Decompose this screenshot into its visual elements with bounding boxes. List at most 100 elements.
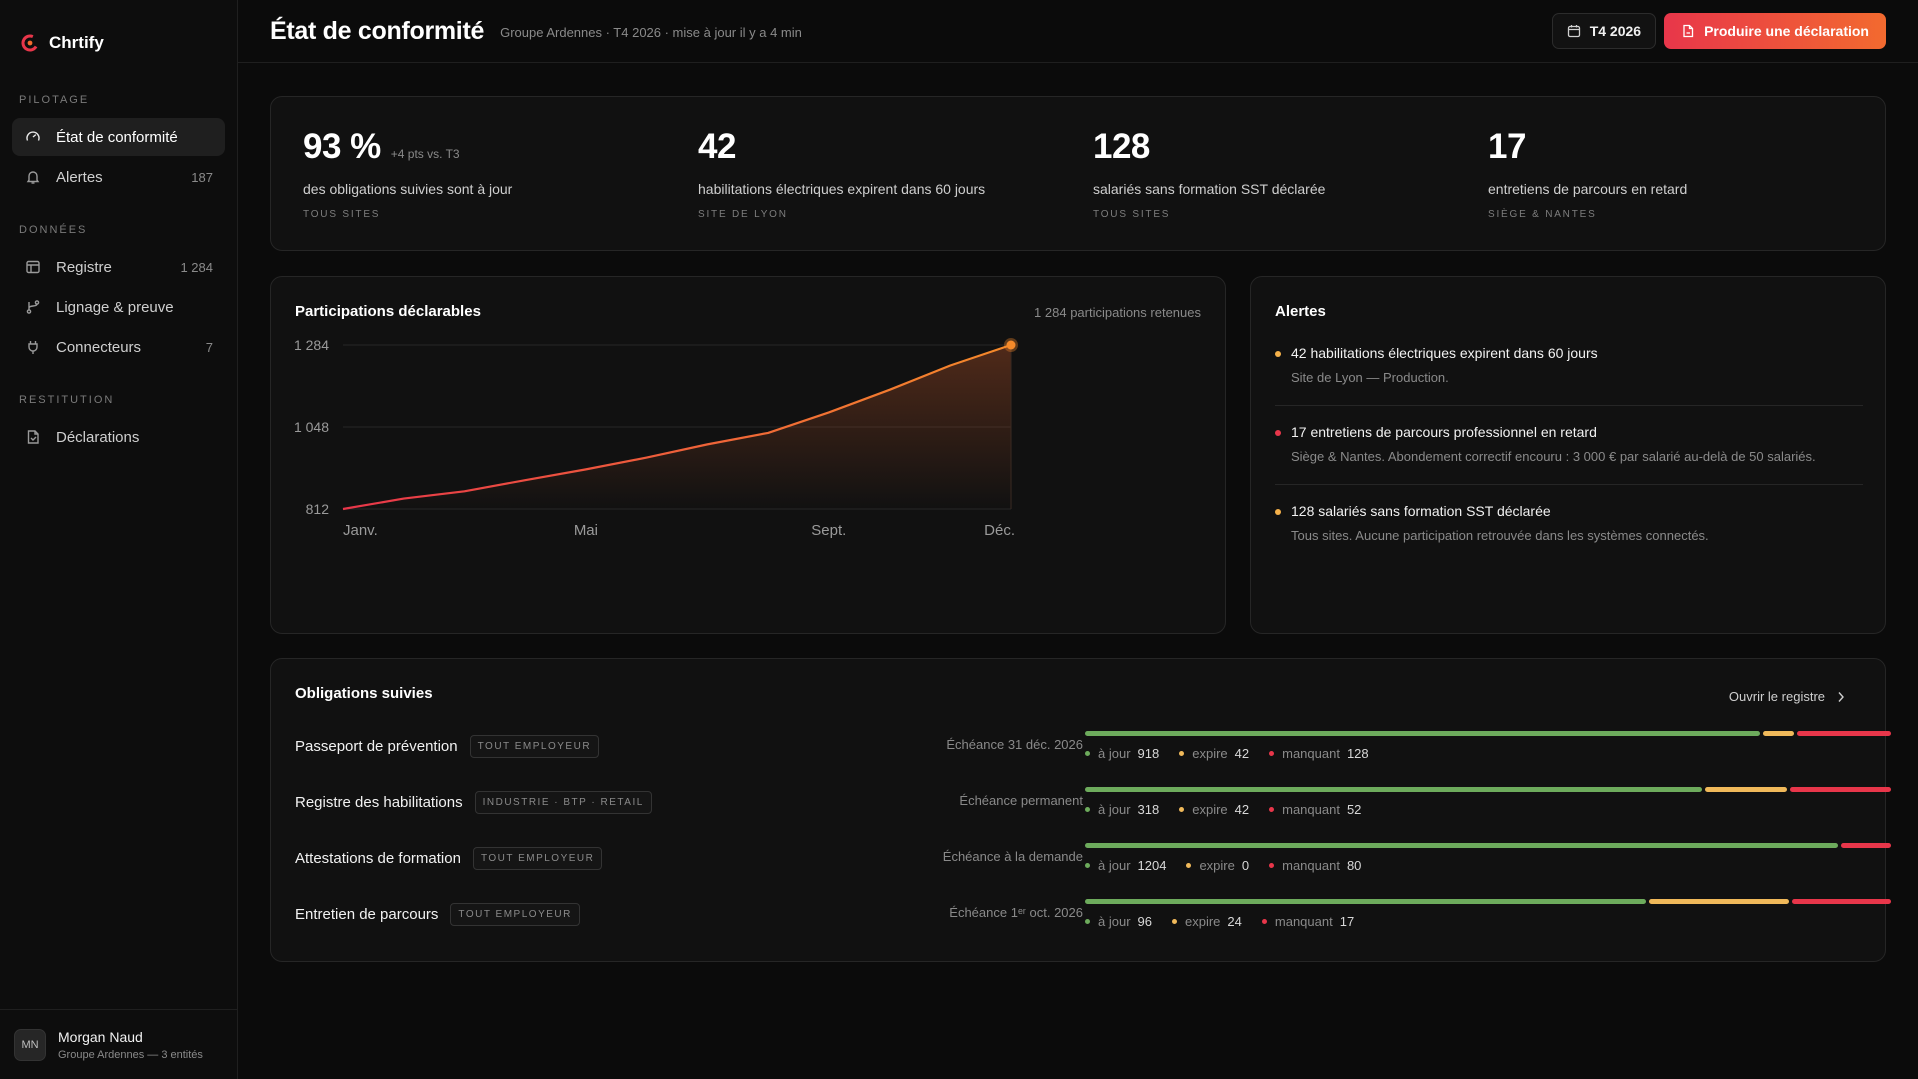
kpi-value: 42 [698, 127, 736, 166]
obligation-tag: TOUT EMPLOYEUR [472, 847, 603, 870]
status-legend: à jour 318 expire 42 manquant 52 [1085, 802, 1361, 817]
obligation-name: Passeport de prévention [295, 738, 458, 755]
avatar: MN [14, 1028, 46, 1061]
kpi-value: 93 % [303, 127, 381, 166]
alert-item[interactable]: 42 habilitations électriques expirent da… [1275, 345, 1863, 406]
sidebar-item-registre[interactable]: Registre 1 284 [12, 248, 225, 286]
obligation-row[interactable]: Passeport de prévention TOUT EMPLOYEUR É… [295, 731, 1891, 771]
main-content: État de conformité Groupe Ardennes · T4 … [238, 0, 1918, 1079]
sidebar-item-connecteurs[interactable]: Connecteurs 7 [12, 328, 225, 366]
missing-label: manquant [1282, 858, 1340, 873]
y-tick-label: 812 [306, 501, 330, 517]
alert-item[interactable]: 128 salariés sans formation SST déclarée… [1275, 503, 1863, 563]
alert-title: 42 habilitations électriques expirent da… [1291, 345, 1598, 361]
missing-dot [1261, 919, 1267, 924]
expire-value: 24 [1227, 914, 1242, 929]
bell-icon [24, 168, 42, 186]
file-export-icon [1683, 24, 1694, 38]
x-tick-label: Janv. [343, 522, 378, 539]
missing-label: manquant [1282, 802, 1340, 817]
section-label-pilotage: PILOTAGE [19, 94, 90, 106]
missing-dot [1269, 863, 1275, 868]
missing-dot [1269, 807, 1275, 812]
sidebar-item-label: État de conformité [56, 128, 178, 146]
alert-dot [1275, 509, 1281, 515]
alert-title: 17 entretiens de parcours professionnel … [1291, 424, 1597, 440]
status-segment-miss [1790, 787, 1891, 792]
kpi-description: des obligations suivies sont à jour [303, 181, 513, 197]
ok-value: 96 [1137, 914, 1152, 929]
expire-dot [1179, 807, 1185, 812]
alert-dot [1275, 430, 1281, 436]
chrtify-logo-icon [21, 34, 39, 52]
produce-declaration-label: Produire une déclaration [1704, 23, 1869, 39]
registre-count: 1 284 [180, 259, 213, 275]
git-branch-icon [24, 298, 42, 316]
alert-detail: Siège & Nantes. Abondement correctif enc… [1291, 449, 1816, 464]
obligations-title: Obligations suivies [295, 685, 433, 702]
missing-label: manquant [1274, 914, 1333, 929]
alerts-card: Alertes 42 habilitations électriques exp… [1250, 276, 1886, 634]
kpi-description: habilitations électriques expirent dans … [698, 181, 986, 197]
sidebar-item-alertes[interactable]: Alertes 187 [12, 158, 225, 196]
ok-label: à jour [1098, 746, 1131, 761]
ok-label: à jour [1098, 802, 1131, 817]
alert-detail: Site de Lyon — Production. [1291, 370, 1449, 385]
obligation-row[interactable]: Registre des habilitations INDUSTRIE · B… [295, 787, 1891, 827]
status-segment-exp [1648, 899, 1789, 904]
plug-icon [24, 338, 42, 356]
kpi-description: entretiens de parcours en retard [1488, 181, 1688, 197]
status-legend: à jour 1204 expire 0 manquant 80 [1085, 858, 1361, 873]
ok-value: 918 [1137, 746, 1160, 761]
sidebar-item-label: Lignage & preuve [56, 298, 174, 316]
status-segment-exp [1763, 731, 1794, 736]
chart-meta: 1 284 participations retenues [1034, 305, 1201, 320]
kpi-scope: TOUS SITES [303, 209, 381, 220]
ok-dot [1085, 751, 1090, 756]
expire-value: 42 [1234, 802, 1250, 817]
obligation-due: Échéance à la demande [942, 849, 1083, 864]
sidebar-item-declarations[interactable]: Déclarations [12, 418, 225, 456]
sidebar-item-lignage[interactable]: Lignage & preuve [12, 288, 225, 326]
obligation-tag: INDUSTRIE · BTP · RETAIL [474, 791, 652, 814]
sidebar: Chrtify PILOTAGE État de conformité Aler… [0, 0, 238, 1079]
user-name: Morgan Naud [58, 1028, 143, 1045]
obligation-row[interactable]: Attestations de formation TOUT EMPLOYEUR… [295, 843, 1891, 883]
open-registre-link[interactable]: Ouvrir le registre [1729, 689, 1845, 704]
ok-dot [1085, 919, 1090, 924]
brand[interactable]: Chrtify [0, 0, 237, 64]
ok-dot [1085, 863, 1090, 868]
user-org: Groupe Ardennes — 3 entités [58, 1048, 203, 1061]
status-segment-ok [1085, 731, 1760, 736]
ok-label: à jour [1098, 914, 1131, 929]
open-registre-label: Ouvrir le registre [1728, 689, 1825, 704]
status-bar [1085, 787, 1891, 792]
period-button[interactable]: T4 2026 [1551, 13, 1657, 49]
kpi-scope: TOUS SITES [1093, 209, 1171, 220]
expire-label: expire [1192, 802, 1228, 817]
chart-end-point [1004, 338, 1018, 352]
kpi-value: 17 [1488, 127, 1526, 166]
page-subtitle: Groupe Ardennes · T4 2026 · mise à jour … [500, 25, 802, 40]
alert-list: 42 habilitations électriques expirent da… [1275, 345, 1863, 581]
section-label-restitution: RESTITUTION [19, 394, 115, 406]
alert-detail: Tous sites. Aucune participation retrouv… [1291, 528, 1709, 543]
calendar-icon [1567, 25, 1580, 38]
missing-value: 52 [1346, 802, 1362, 817]
ok-dot [1085, 807, 1090, 812]
alerts-title: Alertes [1275, 303, 1326, 320]
kpi-card: 93 % +4 pts vs. T3 des obligations suivi… [270, 96, 1886, 251]
produce-declaration-button[interactable]: Produire une déclaration [1664, 13, 1886, 49]
alert-title: 128 salariés sans formation SST déclarée [1291, 503, 1551, 519]
user-profile[interactable]: MN Morgan Naud Groupe Ardennes — 3 entit… [0, 1009, 237, 1079]
missing-dot [1269, 751, 1275, 756]
missing-value: 80 [1346, 858, 1362, 873]
sidebar-item-etat-conformite[interactable]: État de conformité [12, 118, 225, 156]
obligation-due: Échéance 31 déc. 2026 [946, 737, 1083, 752]
alert-item[interactable]: 17 entretiens de parcours professionnel … [1275, 424, 1863, 485]
expire-label: expire [1199, 858, 1235, 873]
sidebar-item-label: Connecteurs [56, 338, 142, 356]
obligation-row[interactable]: Entretien de parcours TOUT EMPLOYEUR Éch… [295, 899, 1891, 939]
alert-dot [1275, 351, 1281, 357]
expire-dot [1172, 919, 1177, 924]
